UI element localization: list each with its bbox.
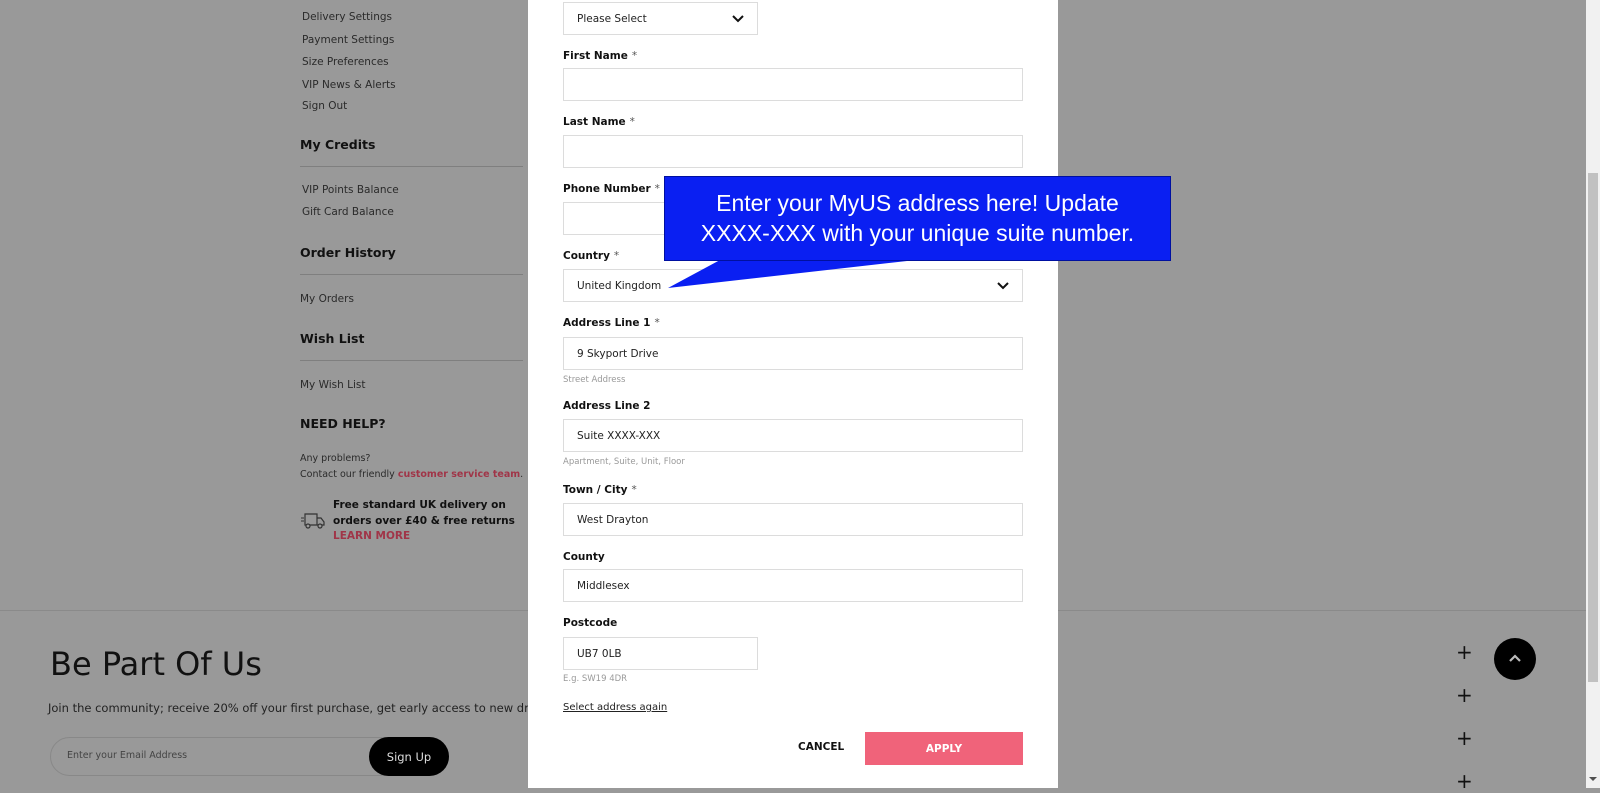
callout-line-2: XXXX-XXX with your unique suite number. [700,220,1135,246]
callout-tail [668,260,916,288]
callout-annotation: Enter your MyUS address here! Update XXX… [664,176,1171,261]
callout-line-1: Enter your MyUS address here! Update [716,190,1119,216]
